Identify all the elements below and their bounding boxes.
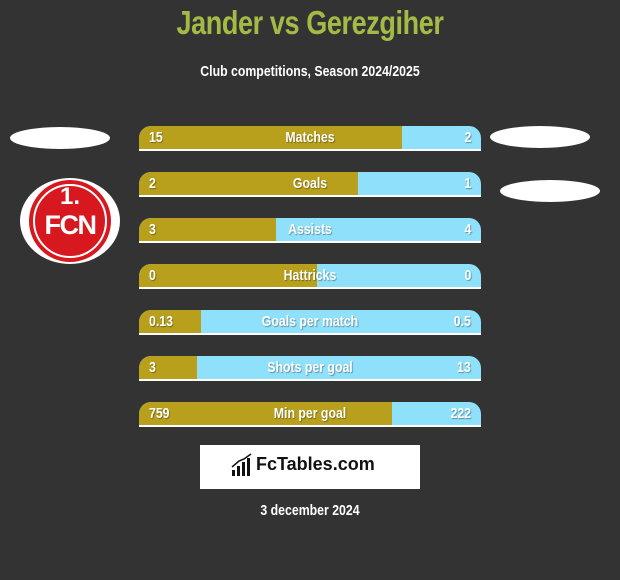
stat-row-hattricks: 0 Hattricks 0 xyxy=(139,264,481,289)
left-value: 3 xyxy=(149,359,156,376)
left-player-placeholder xyxy=(10,127,110,149)
stat-row-matches: 15 Matches 2 xyxy=(139,126,481,151)
stat-label: Goals per match xyxy=(261,313,359,330)
1fcn-crest-icon: 1. FCN xyxy=(29,180,111,262)
left-team-logo: 1. FCN xyxy=(20,178,120,264)
stat-row-shots-per-goal: 3 Shots per goal 13 xyxy=(139,356,481,381)
right-value: 0.5 xyxy=(453,313,471,330)
stat-row-goals: 2 Goals 1 xyxy=(139,172,481,197)
fctables-brand[interactable]: FcTables.com xyxy=(200,445,420,489)
stat-row-goals-per-match: 0.13 Goals per match 0.5 xyxy=(139,310,481,335)
left-value: 0 xyxy=(149,267,156,284)
stat-label: Shots per goal xyxy=(267,359,353,376)
stat-label: Matches xyxy=(285,129,335,146)
left-value: 15 xyxy=(149,129,163,146)
left-value: 3 xyxy=(149,221,156,238)
right-value: 1 xyxy=(464,175,471,192)
left-value: 759 xyxy=(149,405,170,422)
date-label: 3 december 2024 xyxy=(260,502,360,519)
page-title: Jander vs Gerezgiher xyxy=(176,4,444,41)
right-value: 0 xyxy=(464,267,471,284)
stat-row-min-per-goal: 759 Min per goal 222 xyxy=(139,402,481,427)
crest-number: 1. xyxy=(59,183,80,210)
right-team-placeholder xyxy=(500,180,600,202)
brand-name: FcTables.com xyxy=(256,454,375,474)
stat-label: Hattricks xyxy=(283,267,337,284)
right-value: 4 xyxy=(464,221,471,238)
stat-label: Goals xyxy=(292,175,328,192)
right-player-placeholder xyxy=(490,126,590,148)
right-value: 2 xyxy=(464,129,471,146)
stat-row-assists: 3 Assists 4 xyxy=(139,218,481,243)
left-value: 2 xyxy=(149,175,156,192)
crest-letters: FCN xyxy=(44,210,98,240)
right-value: 13 xyxy=(457,359,471,376)
stat-label: Min per goal xyxy=(273,405,347,422)
right-value: 222 xyxy=(450,405,471,422)
stat-label: Assists xyxy=(288,221,332,238)
page-subtitle: Club competitions, Season 2024/2025 xyxy=(200,63,420,80)
bar-chart-icon xyxy=(231,453,252,476)
